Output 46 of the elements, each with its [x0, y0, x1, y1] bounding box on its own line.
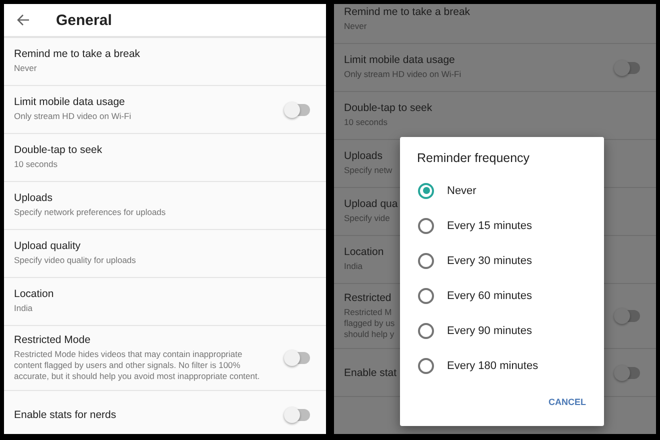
setting-title: Limit mobile data usage — [14, 96, 125, 108]
setting-description: 10 seconds — [344, 117, 388, 129]
setting-description: 10 seconds — [14, 159, 58, 171]
setting-description: Specify netw — [344, 165, 392, 177]
toggle-switch[interactable] — [286, 352, 310, 364]
back-arrow-icon[interactable] — [16, 13, 30, 27]
setting-title: Double-tap to seek — [344, 102, 432, 114]
toggle-switch[interactable] — [616, 366, 640, 379]
radio-option[interactable]: Every 15 minutes — [400, 208, 604, 243]
setting-description: Never — [14, 63, 37, 75]
setting-description: Specify vide — [344, 213, 390, 225]
toggle-switch[interactable] — [286, 104, 310, 116]
radio-option[interactable]: Every 60 minutes — [400, 278, 604, 313]
cancel-button[interactable]: CANCEL — [540, 389, 594, 415]
setting-title: Restricted — [344, 292, 392, 304]
setting-title: Remind me to take a break — [344, 6, 470, 18]
setting-title: Upload quality — [14, 240, 81, 252]
setting-title: Restricted Mode — [14, 334, 90, 346]
setting-description: Specify video quality for uploads — [14, 255, 136, 267]
toggle-switch[interactable] — [616, 310, 640, 322]
toggle-switch[interactable] — [286, 408, 310, 421]
setting-title: Limit mobile data usage — [344, 54, 455, 66]
page-title: General — [56, 12, 112, 28]
radio-option[interactable]: Every 180 minutes — [400, 348, 604, 383]
setting-description: India — [344, 261, 362, 273]
radio-option[interactable]: Never — [400, 173, 604, 208]
setting-description: India — [14, 303, 32, 315]
dialog-title: Reminder frequency — [416, 151, 531, 165]
setting-description: Only stream HD video on Wi-Fi — [14, 111, 132, 123]
setting-description: Specify network preferences for uploads — [14, 207, 166, 219]
setting-description: Only stream HD video on Wi-Fi — [344, 69, 462, 81]
setting-description: Restricted M flagged by us should help y — [344, 307, 395, 340]
setting-title: Double-tap to seek — [14, 144, 102, 156]
setting-title: Uploads — [14, 192, 53, 204]
radio-option[interactable]: Every 30 minutes — [400, 243, 604, 278]
setting-title: Upload qua — [344, 198, 398, 210]
setting-title: Location — [344, 246, 384, 258]
setting-title: Remind me to take a break — [14, 48, 140, 60]
setting-description: Restricted Mode hides videos that may contain inappropriate content flagged by users and other signals. No filter is 100% accurate, but it should help you avoid most inappropriate content. — [14, 349, 261, 382]
setting-title: Enable stat — [344, 366, 397, 379]
setting-title: Uploads — [344, 150, 383, 162]
setting-title: Location — [14, 288, 54, 300]
setting-title: Enable stats for nerds — [14, 408, 116, 421]
radio-option[interactable]: Every 90 minutes — [400, 313, 604, 348]
setting-description: Never — [344, 21, 367, 33]
toggle-switch[interactable] — [616, 62, 640, 74]
